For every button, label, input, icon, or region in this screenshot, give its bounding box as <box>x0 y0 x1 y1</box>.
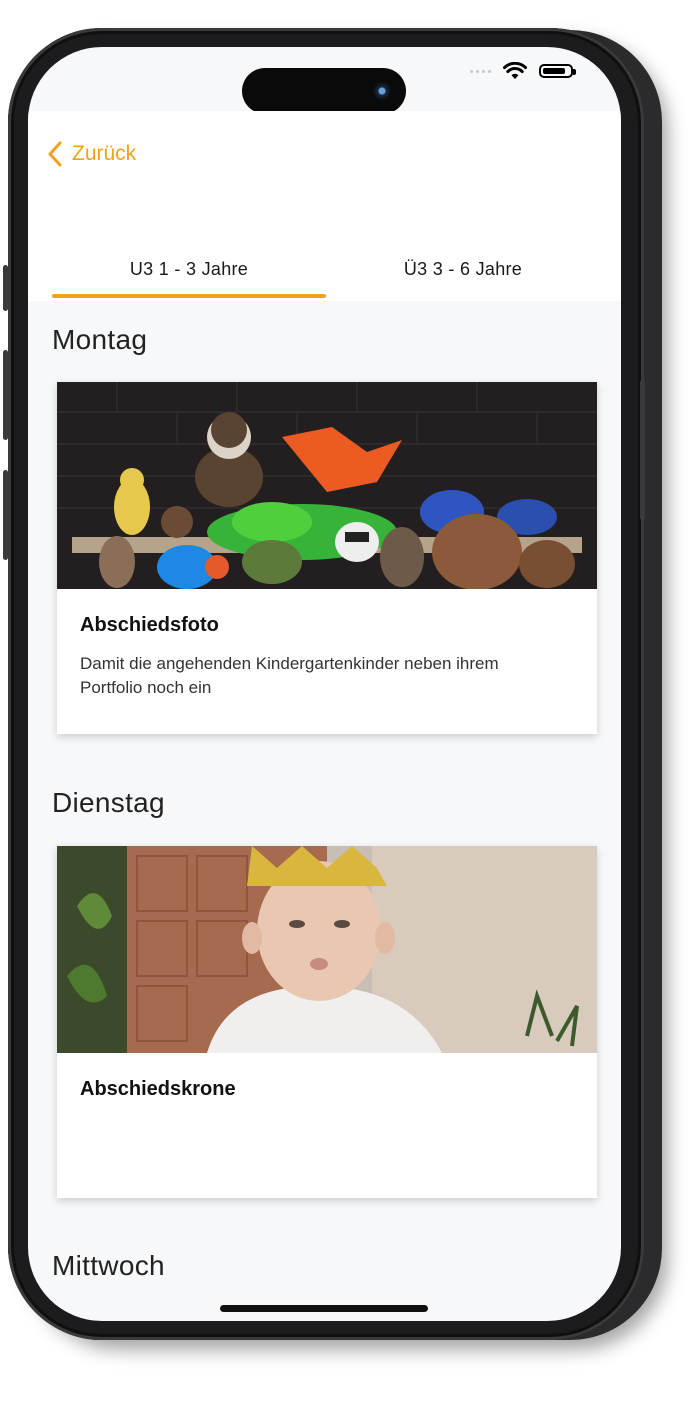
cellular-icon <box>470 69 491 73</box>
card-image-toys <box>57 382 597 589</box>
tab-ue3[interactable]: Ü3 3 - 6 Jahre <box>326 242 600 296</box>
card-description: Damit die angehenden Kindergartenkinder … <box>80 654 499 697</box>
activity-card-abschiedsfoto[interactable]: Abschiedsfoto Damit die angehenden Kinde… <box>57 382 597 734</box>
card-image-crown-child <box>57 846 597 1053</box>
tab-indicator <box>52 294 326 298</box>
card-title: Abschiedskrone <box>80 1078 236 1100</box>
age-tabs: U3 1 - 3 Jahre Ü3 3 - 6 Jahre <box>52 242 600 302</box>
activity-card-abschiedskrone[interactable]: Abschiedskrone <box>57 846 597 1198</box>
phone-screen: Zurück U3 1 - 3 Jahre Ü3 3 - 6 Jahre Mon… <box>28 47 621 1321</box>
home-indicator[interactable] <box>220 1305 428 1312</box>
wifi-icon <box>503 62 527 79</box>
side-button-volume-up <box>3 350 8 440</box>
day-title-montag: Montag <box>52 324 148 355</box>
camera-icon <box>372 81 392 101</box>
tab-u3[interactable]: U3 1 - 3 Jahre <box>52 242 326 296</box>
status-bar-icons <box>470 59 576 83</box>
side-button-mute <box>3 265 8 311</box>
day-title-dienstag: Dienstag <box>52 787 165 818</box>
tab-u3-label: U3 1 - 3 Jahre <box>129 258 249 279</box>
dynamic-island <box>242 68 406 114</box>
tab-ue3-label: Ü3 3 - 6 Jahre <box>403 258 523 279</box>
card-title: Abschiedsfoto <box>80 614 219 636</box>
chevron-left-icon <box>48 141 62 167</box>
battery-icon <box>539 64 576 78</box>
back-label: Zurück <box>72 142 137 165</box>
side-button-power <box>640 380 645 520</box>
back-button[interactable]: Zurück <box>48 141 136 167</box>
day-title-mittwoch: Mittwoch <box>52 1250 165 1281</box>
side-button-volume-down <box>3 470 8 560</box>
